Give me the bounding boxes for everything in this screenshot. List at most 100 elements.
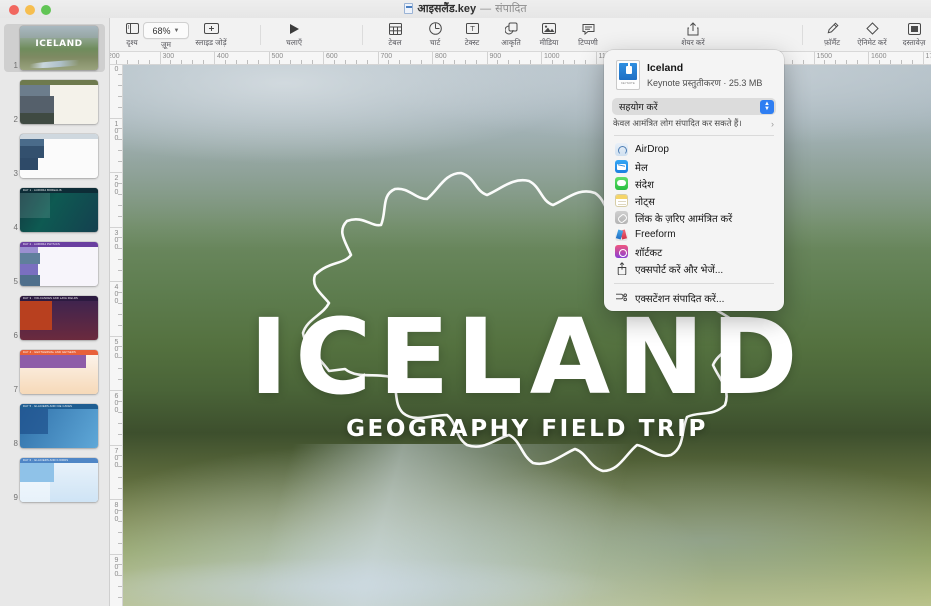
messages-icon xyxy=(615,177,628,190)
share-item-shortcuts[interactable]: शॉर्टकट xyxy=(604,243,784,260)
ruler-major-tick xyxy=(269,52,270,65)
slide-thumbnail-4[interactable]: 4DAY 1 · AURORA BOREALIS xyxy=(4,186,105,234)
slide-thumbnail-image[interactable]: DAY 2 · AURORA PHYSICS xyxy=(20,242,98,286)
slide-thumbnail-image[interactable]: DAY 4 · GEOTHERMAL AND GEYSERS xyxy=(20,350,98,394)
ruler-major-tick xyxy=(110,554,123,555)
export-icon xyxy=(615,262,628,275)
share-popover[interactable]: KEYNOTE Iceland Keynote प्रस्तुतीकरण · 2… xyxy=(604,50,784,311)
add-slide-icon xyxy=(204,20,219,37)
toolbar-text-button[interactable]: T टेक्स्ट xyxy=(450,20,494,48)
share-item-link[interactable]: लिंक के ज़रिए आमंत्रित करें xyxy=(604,209,784,226)
toolbar-share-button[interactable]: शेयर करें xyxy=(671,20,715,48)
popover-divider xyxy=(614,135,774,136)
ruler-tick-label: 0 xyxy=(111,66,122,73)
share-permission-label: केवल आमंत्रित लोग संपादित कर सकते हैं। xyxy=(613,118,742,129)
ruler-major-tick xyxy=(110,227,123,228)
vertical-ruler[interactable]: 01002003004005006007008009001000 xyxy=(110,65,123,606)
thumbnail-header-bar: DAY 2 · AURORA PHYSICS xyxy=(20,242,98,247)
keynote-window: आइसलैंड.key — संपादित दृश्य 68% ▼ ज़ूम स… xyxy=(0,0,931,606)
thumbnail-title-text: DAY 3 · VOLCANOES AND LAVA FIELDS xyxy=(20,296,98,300)
share-item-label: शॉर्टकट xyxy=(635,245,662,259)
stepper-icon[interactable]: ▲▼ xyxy=(760,100,774,114)
slide-thumbnail-image[interactable]: DAY 6 · GLACIERS AND FJORDS xyxy=(20,458,98,502)
slide-number-label: 3 xyxy=(4,169,20,178)
shortcuts-icon xyxy=(615,245,628,258)
ruler-major-tick xyxy=(868,52,869,65)
ruler-major-tick xyxy=(110,172,123,173)
thumbnail-title-text xyxy=(20,80,98,81)
toolbar-add-slide-button[interactable]: स्लाइड जोड़ें xyxy=(189,20,233,48)
thumbnail-content-block xyxy=(20,275,40,286)
slide-thumbnail-2[interactable]: 2 xyxy=(4,78,105,126)
airdrop-icon xyxy=(615,143,628,156)
thumbnail-header-bar: DAY 3 · VOLCANOES AND LAVA FIELDS xyxy=(20,296,98,301)
ruler-tick-label: 300 xyxy=(163,53,175,60)
slide-thumbnail-9[interactable]: 9DAY 6 · GLACIERS AND FJORDS xyxy=(4,456,105,504)
table-icon xyxy=(389,20,402,37)
thumbnail-content-block xyxy=(20,96,54,113)
slide-thumbnail-7[interactable]: 7DAY 4 · GEOTHERMAL AND GEYSERS xyxy=(4,348,105,396)
toolbar-comment-button[interactable]: टिप्पणी xyxy=(566,20,610,48)
toolbar-document-button[interactable]: दस्तावेज़ xyxy=(892,20,931,48)
toolbar-animate-button[interactable]: ऐनिमेट करें xyxy=(850,20,894,48)
share-footer[interactable]: एक्सटेंशन संपादित करें... xyxy=(604,289,784,306)
slide-thumbnail-image[interactable] xyxy=(20,80,98,124)
ruler-tick-label: 500 xyxy=(272,53,284,60)
thumbnail-title-text: DAY 5 · GLACIERS AND ICE CAVES xyxy=(20,404,98,408)
toolbar-media-button[interactable]: मीडिया xyxy=(527,20,571,48)
slide-canvas[interactable]: ICELAND GEOGRAPHY FIELD TRIP xyxy=(123,65,931,606)
slide-thumbnail-1[interactable]: 1ICELAND xyxy=(4,24,105,72)
share-item-label: एक्सपोर्ट करें और भेजें... xyxy=(635,262,723,276)
slide-thumbnail-image[interactable]: DAY 1 · AURORA BOREALIS xyxy=(20,188,98,232)
chevron-right-icon: › xyxy=(771,119,774,129)
slide-thumbnail-image[interactable] xyxy=(20,134,98,178)
slide-thumbnail-image[interactable]: DAY 5 · GLACIERS AND ICE CAVES xyxy=(20,404,98,448)
notes-icon xyxy=(615,194,628,207)
zoom-label: ज़ूम xyxy=(143,40,189,50)
share-permission-row[interactable]: केवल आमंत्रित लोग संपादित कर सकते हैं। › xyxy=(604,115,784,129)
share-item-label: लिंक के ज़रिए आमंत्रित करें xyxy=(635,211,732,225)
thumbnail-header-bar: DAY 5 · GLACIERS AND ICE CAVES xyxy=(20,404,98,409)
slide-thumbnail-6[interactable]: 6DAY 3 · VOLCANOES AND LAVA FIELDS xyxy=(4,294,105,342)
horizontal-ruler[interactable]: 2003004005006007008009001000110012001300… xyxy=(110,52,931,65)
slide-title-text[interactable]: ICELAND xyxy=(123,305,931,409)
share-item-mail[interactable]: मेल xyxy=(604,158,784,175)
slide-navigator[interactable]: 1ICELAND 2 3 4DAY 1 · AURORA BOREALIS 5DAY 2… xyxy=(0,18,110,606)
share-targets-list[interactable]: AirDropमेलसंदेशनोट्स लिंक के ज़रिए आमंत्र… xyxy=(604,141,784,277)
slide-number-label: 9 xyxy=(4,493,20,502)
thumbnail-content-block xyxy=(20,264,38,275)
link-icon xyxy=(615,211,628,224)
slide-thumbnail-8[interactable]: 8DAY 5 · GLACIERS AND ICE CAVES xyxy=(4,402,105,450)
ruler-major-tick xyxy=(432,52,433,65)
slide-thumbnail-3[interactable]: 3 xyxy=(4,132,105,180)
ruler-tick-label: 1000 xyxy=(544,53,560,60)
ruler-major-tick xyxy=(160,52,161,65)
slide-thumbnail-image[interactable]: ICELAND xyxy=(20,26,98,70)
slide-subtitle-text[interactable]: GEOGRAPHY FIELD TRIP xyxy=(123,416,931,442)
slide-thumbnail-image[interactable]: DAY 3 · VOLCANOES AND LAVA FIELDS xyxy=(20,296,98,340)
toolbar-animate-label: ऐनिमेट करें xyxy=(857,38,886,48)
collaborate-label: सहयोग करें xyxy=(619,100,658,113)
slide-thumbnail-5[interactable]: 5DAY 2 · AURORA PHYSICS xyxy=(4,240,105,288)
toolbar-format-button[interactable]: फ़ॉर्मैट xyxy=(810,20,854,48)
collaborate-dropdown[interactable]: सहयोग करें ▲▼ xyxy=(612,98,776,115)
toolbar-play-button[interactable]: चलाएँ xyxy=(272,20,316,48)
thumbnail-content-block xyxy=(20,482,50,502)
share-item-freeform[interactable]: Freeform xyxy=(604,226,784,243)
ruler-tick-label: 600 xyxy=(326,53,338,60)
toolbar-table-button[interactable]: टेबल xyxy=(373,20,417,48)
toolbar-divider xyxy=(260,25,261,45)
share-item-edit-extensions[interactable]: एक्सटेंशन संपादित करें... xyxy=(604,289,784,306)
thumbnail-header-bar xyxy=(20,134,98,139)
thumbnail-header-bar xyxy=(20,80,98,85)
ruler-major-tick xyxy=(378,52,379,65)
share-file-header: KEYNOTE Iceland Keynote प्रस्तुतीकरण · 2… xyxy=(604,58,784,96)
ruler-tick-label: 900 xyxy=(490,53,502,60)
zoom-control[interactable]: 68% ▼ xyxy=(143,22,189,39)
share-item-export[interactable]: एक्सपोर्ट करें और भेजें... xyxy=(604,260,784,277)
share-item-airdrop[interactable]: AirDrop xyxy=(604,141,784,158)
share-item-notes[interactable]: नोट्स xyxy=(604,192,784,209)
ruler-tick-label: 1600 xyxy=(871,53,887,60)
share-item-messages[interactable]: संदेश xyxy=(604,175,784,192)
ruler-major-tick xyxy=(214,52,215,65)
